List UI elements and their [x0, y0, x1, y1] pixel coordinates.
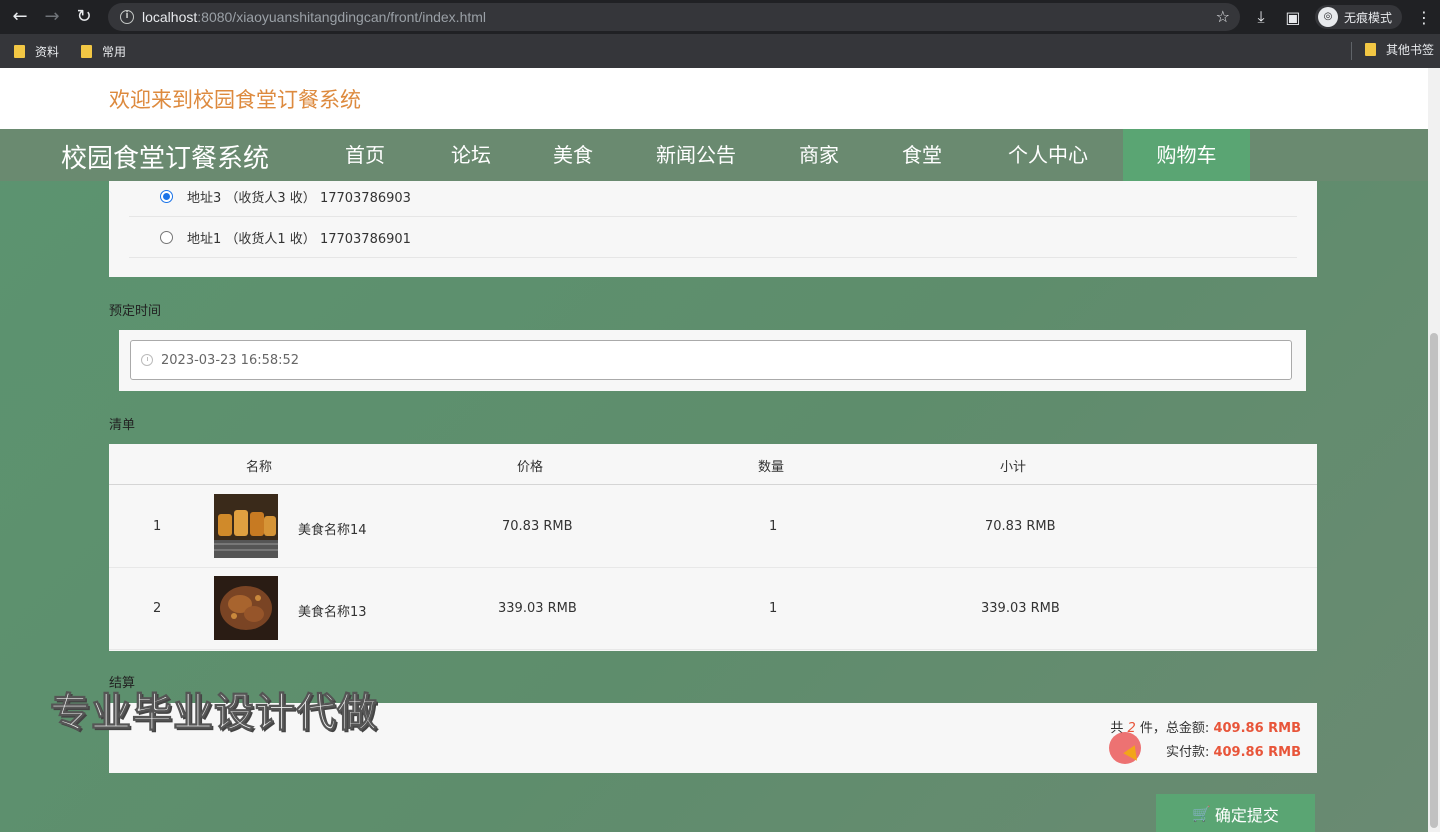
- folder-icon: [14, 44, 25, 58]
- url-host: localhost: [142, 9, 198, 25]
- side-panel-icon[interactable]: ▣: [1277, 8, 1309, 27]
- browser-toolbar: ← → ↻ i localhost:8080/xiaoyuanshitangdi…: [0, 0, 1440, 34]
- url-text[interactable]: localhost:8080/xiaoyuanshitangdingcan/fr…: [142, 9, 486, 25]
- menu-kebab-icon[interactable]: ⋮: [1408, 8, 1440, 27]
- food-name: 美食名称13: [298, 605, 367, 620]
- site-title[interactable]: 校园食堂订餐系统: [61, 138, 269, 175]
- food-thumbnail[interactable]: [214, 576, 278, 640]
- nav-canteen[interactable]: 食堂: [887, 129, 957, 181]
- nav-home[interactable]: 首页: [330, 129, 400, 181]
- other-bookmarks[interactable]: 其他书签: [1364, 41, 1434, 58]
- bookmark-folder-1[interactable]: 常用: [81, 43, 126, 60]
- nav-forum[interactable]: 论坛: [436, 129, 506, 181]
- nav-profile[interactable]: 个人中心: [998, 129, 1098, 181]
- nav-food[interactable]: 美食: [538, 129, 608, 181]
- address-bar[interactable]: i localhost:8080/xiaoyuanshitangdingcan/…: [108, 3, 1240, 31]
- total-label: 件，总金额:: [1135, 721, 1214, 736]
- order-list-label: 清单: [109, 418, 136, 433]
- total-amount: 409.86 RMB: [1213, 721, 1301, 736]
- column-header-subtotal: 小计: [1000, 460, 1027, 475]
- bookmarks-divider: [1351, 42, 1352, 60]
- nav-news[interactable]: 新闻公告: [646, 129, 746, 181]
- food-subtotal: 70.83 RMB: [985, 519, 1056, 534]
- nav-merchants[interactable]: 商家: [784, 129, 854, 181]
- incognito-icon: ◎: [1317, 7, 1338, 27]
- paid-label: 实付款:: [1165, 745, 1214, 760]
- cart-icon: 🛒: [1192, 805, 1211, 823]
- main-nav: 校园食堂订餐系统 首页 论坛 美食 新闻公告 商家 食堂 个人中心 购物车: [0, 129, 1428, 181]
- food-name: 美食名称14: [298, 523, 367, 538]
- table-row: 2 美食名称13 339.03 RMB 1 339.03 RMB: [109, 568, 1317, 650]
- url-path: :8080/xiaoyuanshitangdingcan/front/index…: [197, 9, 487, 25]
- bookmark-label: 资料: [35, 44, 60, 59]
- welcome-text: 欢迎来到校园食堂订餐系统: [109, 88, 361, 112]
- submit-label: 确定提交: [1214, 806, 1279, 825]
- food-subtotal: 339.03 RMB: [981, 601, 1060, 616]
- nav-cart[interactable]: 购物车: [1123, 129, 1250, 181]
- column-header-price: 价格: [517, 460, 544, 475]
- booking-time-input[interactable]: 2023-03-23 16:58:52: [130, 340, 1292, 380]
- food-image: [214, 494, 278, 558]
- page-scrollbar[interactable]: [1428, 68, 1440, 832]
- download-icon[interactable]: ⤓: [1245, 7, 1277, 27]
- order-list-table: 名称 价格 数量 小计 1 美食名称14 70.83 RMB 1 70.83 R…: [109, 444, 1317, 651]
- incognito-label: 无痕模式: [1343, 10, 1392, 25]
- booking-time-value: 2023-03-23 16:58:52: [161, 352, 300, 368]
- bookmark-star-icon[interactable]: ☆: [1216, 7, 1230, 26]
- column-header-name: 名称: [246, 460, 273, 475]
- folder-icon: [1364, 43, 1376, 56]
- food-image: [214, 576, 278, 640]
- total-line: 共 2 件，总金额: 409.86 RMB: [1110, 717, 1301, 741]
- clock-icon: [141, 354, 153, 366]
- food-quantity: 1: [769, 519, 778, 534]
- address-text: 地址3 （收货人3 收） 17703786903: [187, 190, 411, 206]
- folder-icon: [81, 44, 93, 58]
- bookmark-folder-0[interactable]: 资料: [14, 43, 59, 60]
- bookmarks-bar: 资料 常用 其他书签: [0, 34, 1440, 68]
- back-icon[interactable]: ←: [4, 0, 36, 34]
- table-row: 1 美食名称14 70.83 RMB 1 70.83 RMB: [109, 486, 1317, 568]
- page-viewport: 地址3 （收货人3 收） 17703786903 地址1 （收货人1 收） 17…: [0, 68, 1440, 832]
- food-price: 339.03 RMB: [498, 601, 577, 616]
- site-info-icon[interactable]: i: [120, 10, 134, 24]
- food-quantity: 1: [769, 601, 778, 616]
- address-option[interactable]: 地址3 （收货人3 收） 17703786903: [129, 176, 1297, 217]
- column-header-quantity: 数量: [758, 460, 785, 475]
- address-text: 地址1 （收货人1 收） 17703786901: [187, 231, 411, 247]
- welcome-bar: 欢迎来到校园食堂订餐系统: [0, 68, 1428, 129]
- booking-time-label: 预定时间: [109, 304, 162, 319]
- table-header: 名称 价格 数量 小计: [109, 444, 1317, 485]
- address-card: 地址3 （收货人3 收） 17703786903 地址1 （收货人1 收） 17…: [109, 181, 1317, 277]
- row-index: 2: [153, 601, 162, 616]
- address-radio[interactable]: [160, 189, 173, 203]
- booking-time-card: 2023-03-23 16:58:52: [119, 330, 1306, 391]
- watermark-overlay: 专业毕业设计代做: [50, 690, 378, 737]
- scrollbar-thumb[interactable]: [1430, 333, 1438, 828]
- address-radio[interactable]: [160, 230, 173, 244]
- forward-icon[interactable]: →: [36, 0, 68, 34]
- row-index: 1: [153, 519, 162, 534]
- food-thumbnail[interactable]: [214, 494, 278, 558]
- bookmark-label: 常用: [102, 44, 127, 59]
- incognito-indicator[interactable]: ◎ 无痕模式: [1314, 5, 1402, 29]
- address-option[interactable]: 地址1 （收货人1 收） 17703786901: [129, 217, 1297, 258]
- reload-icon[interactable]: ↻: [68, 0, 100, 34]
- submit-order-button[interactable]: 🛒 确定提交: [1156, 794, 1315, 832]
- food-price: 70.83 RMB: [502, 519, 573, 534]
- paid-amount: 409.86 RMB: [1213, 745, 1301, 760]
- other-bookmarks-label: 其他书签: [1385, 43, 1434, 57]
